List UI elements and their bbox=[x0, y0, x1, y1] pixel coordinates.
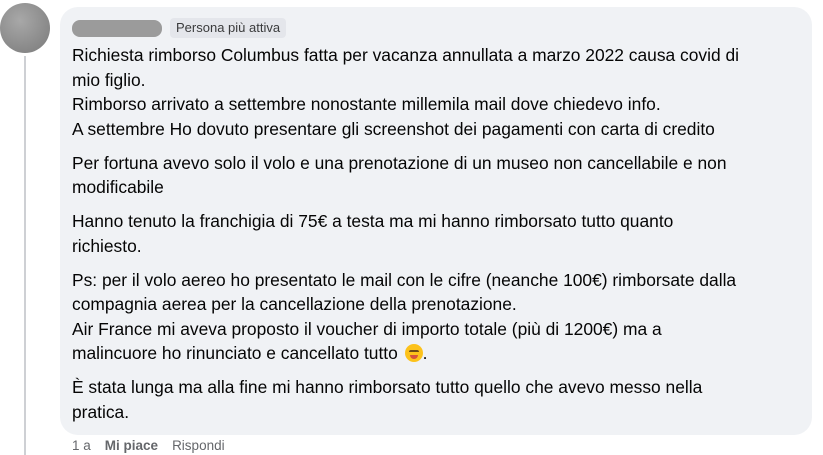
avatar[interactable] bbox=[0, 3, 50, 53]
thread-line bbox=[24, 56, 26, 455]
end-punct: . bbox=[422, 343, 428, 363]
like-button[interactable]: Mi piace bbox=[105, 437, 158, 455]
text-line: Rimborso arrivato a settembre nonostante… bbox=[72, 94, 661, 114]
paragraph: Per fortuna avevo solo il volo e una pre… bbox=[72, 151, 800, 200]
author-name-redacted[interactable] bbox=[72, 19, 162, 37]
text-segment: malincuore ho rinunciato e cancellato tu… bbox=[72, 343, 398, 363]
face-with-tear-emoji-icon bbox=[404, 344, 423, 362]
text-line: mio figlio. bbox=[72, 69, 146, 90]
comment-bubble: Persona più attiva Richiesta rimborso Co… bbox=[60, 7, 812, 435]
text-line: Ps: per il volo aereo ho presentato le m… bbox=[72, 269, 737, 290]
paragraph: Richiesta rimborso Columbus fatta per va… bbox=[72, 43, 800, 141]
text-line: Air France mi aveva proposto il voucher … bbox=[72, 318, 662, 339]
top-fan-badge: Persona più attiva bbox=[170, 18, 287, 38]
text-line: modificabile bbox=[72, 177, 164, 197]
text-line: Hanno tenuto la franchigia di 75€ a test… bbox=[72, 211, 674, 231]
text-line: Richiesta rimborso Columbus fatta per va… bbox=[72, 45, 739, 65]
paragraph: Ps: per il volo aereo ho presentato le m… bbox=[72, 268, 800, 366]
text-line: Per fortuna avevo solo il volo e una pre… bbox=[72, 152, 727, 173]
text-line: È stata lunga ma alla fine mi hanno rimb… bbox=[72, 377, 703, 397]
text-line: pratica. bbox=[72, 401, 130, 422]
comment-actions: 1 a Mi piace Rispondi bbox=[72, 437, 225, 455]
comment-text: Richiesta rimborso Columbus fatta per va… bbox=[72, 43, 800, 424]
timestamp[interactable]: 1 a bbox=[72, 437, 91, 455]
text-line: compagnia aerea per la cancellazione del… bbox=[72, 294, 517, 314]
text-line: malincuore ho rinunciato e cancellato tu… bbox=[72, 341, 800, 366]
comment-header: Persona più attiva bbox=[72, 17, 800, 39]
text-line: richiesto. bbox=[72, 235, 142, 256]
text-line: A settembre Ho dovuto presentare gli scr… bbox=[72, 118, 715, 139]
paragraph: Hanno tenuto la franchigia di 75€ a test… bbox=[72, 209, 800, 258]
paragraph: È stata lunga ma alla fine mi hanno rimb… bbox=[72, 375, 800, 424]
reply-button[interactable]: Rispondi bbox=[172, 437, 225, 455]
